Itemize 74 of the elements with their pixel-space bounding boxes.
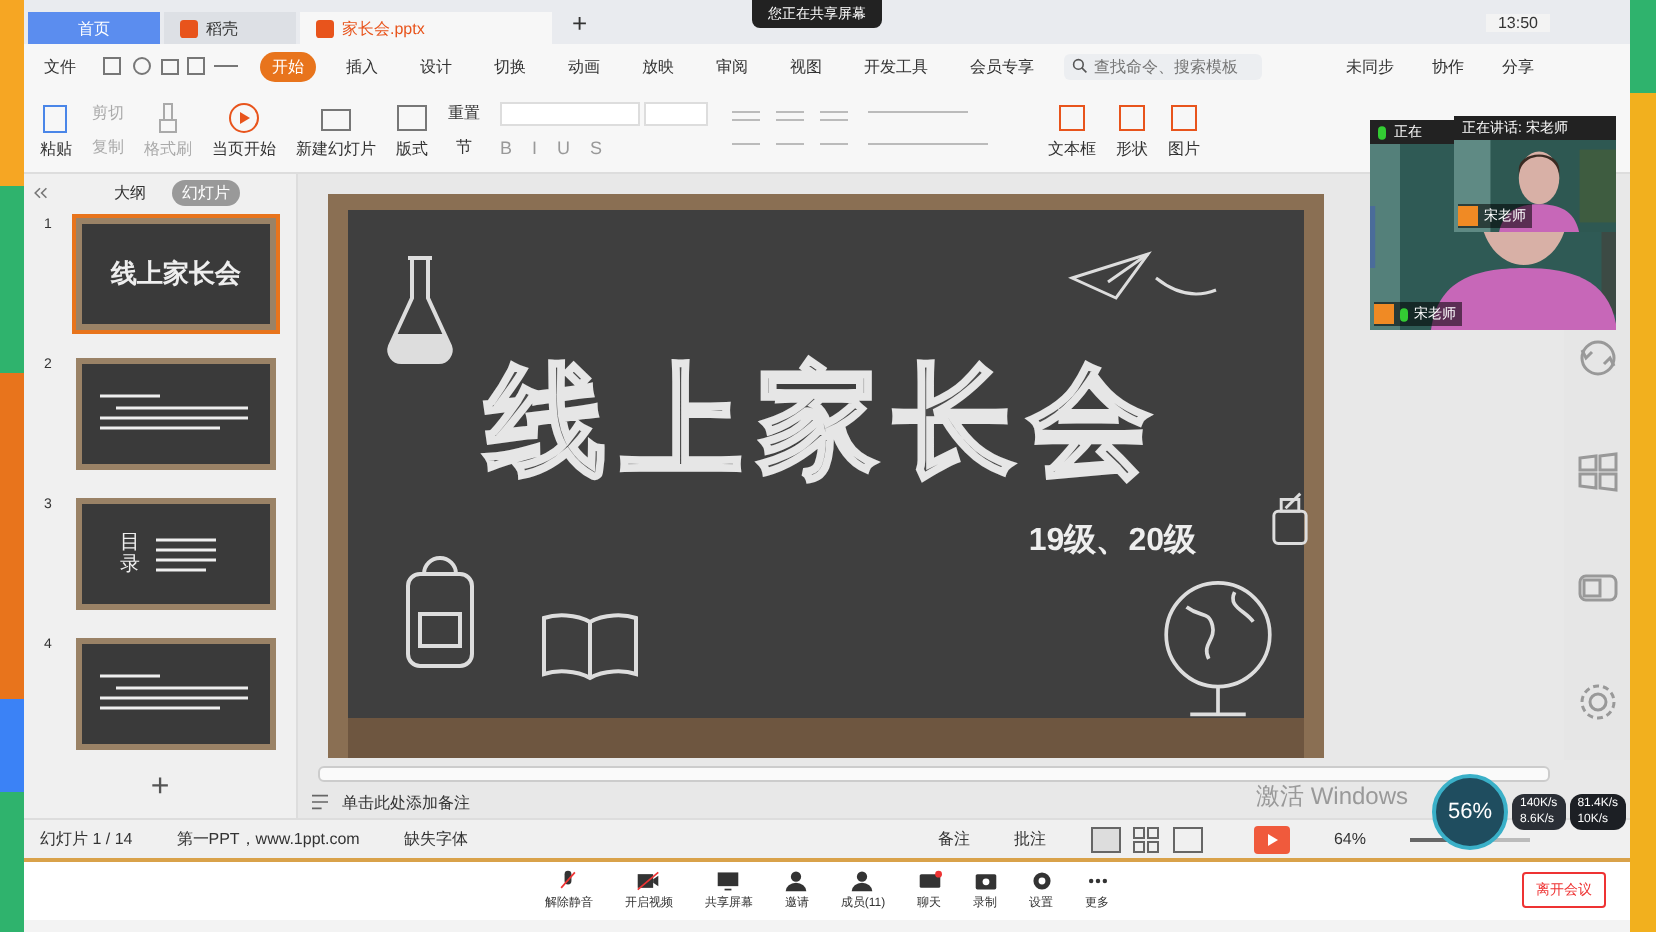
book-icon	[540, 610, 640, 682]
person-icon	[850, 870, 875, 892]
ribbon-tab[interactable]: 开发工具	[852, 51, 940, 81]
file-menu[interactable]: 文件	[36, 55, 84, 77]
notes-placeholder[interactable]: 单击此处添加备注	[342, 791, 470, 813]
play-button[interactable]: 当页开始	[212, 101, 276, 159]
clipboard-icon	[40, 101, 72, 133]
activation-notice: 激活 Windows	[1256, 780, 1409, 814]
thumbnail-title: 目录	[120, 532, 140, 576]
ribbon-tab[interactable]: 设计	[408, 51, 464, 81]
notes-icon	[310, 794, 330, 810]
add-slide-button[interactable]: +	[138, 770, 182, 806]
slide-count: 幻灯片 1 / 14	[40, 828, 133, 850]
toolbar-action[interactable]: 未同步	[1342, 55, 1398, 77]
ribbon-tab[interactable]: 切换	[482, 51, 538, 81]
font-field[interactable]	[500, 102, 640, 126]
ribbon-tab[interactable]: 审阅	[704, 51, 760, 81]
section-button[interactable]: 节	[448, 136, 480, 158]
slide-thumbnail[interactable]: 目录	[76, 498, 276, 610]
theme-name: 第一PPT，www.1ppt.com	[176, 828, 360, 850]
comments-button[interactable]: 批注	[1013, 828, 1046, 850]
chat-icon	[917, 870, 942, 892]
horizontal-scrollbar[interactable]	[318, 766, 1550, 782]
quick-toolbar-icon	[102, 56, 242, 76]
paste-button[interactable]: 粘贴	[40, 101, 72, 159]
search-field[interactable]: 查找命令、搜索模板	[1064, 53, 1262, 79]
backpack-icon	[400, 554, 480, 674]
toolbar-action[interactable]: 协作	[1428, 55, 1468, 77]
search-icon	[1072, 58, 1088, 74]
ribbon-tab[interactable]: 放映	[630, 51, 686, 81]
insert-icon	[1116, 101, 1148, 133]
toolbar-action[interactable]: 分享	[1498, 55, 1538, 77]
document-tab[interactable]: 稻壳	[164, 12, 296, 44]
ribbon-tab[interactable]: 视图	[778, 51, 834, 81]
record-icon	[973, 870, 998, 892]
insert-icon	[1168, 101, 1200, 133]
ribbon-tab[interactable]: 插入	[334, 51, 390, 81]
insert-button[interactable]: 文本框	[1048, 101, 1096, 159]
person-icon	[784, 870, 809, 892]
clock-text: 13:50	[1485, 13, 1550, 31]
insert-button[interactable]: 形状	[1116, 101, 1148, 159]
layout-button[interactable]: 版式	[396, 101, 428, 159]
ink-bottle-icon	[1268, 490, 1312, 550]
slide-title: 线上家长会	[486, 352, 1166, 492]
layout-icon	[396, 101, 428, 133]
microphone-icon	[556, 870, 581, 892]
document-icon	[180, 19, 198, 37]
slide-thumbnail[interactable]	[76, 638, 276, 750]
new-tab-button[interactable]: +	[556, 7, 604, 37]
ribbon-tab[interactable]: 会员专享	[958, 51, 1046, 81]
view-tab[interactable]: 大纲	[104, 179, 156, 205]
document-icon	[316, 19, 334, 37]
slideshow-button[interactable]	[1253, 825, 1290, 853]
reset-button[interactable]: 重置	[448, 102, 480, 124]
document-tab[interactable]: 家长会.pptx	[300, 12, 552, 44]
insert-icon	[1056, 101, 1088, 133]
slide-subtitle: 19级、20级	[1028, 521, 1196, 562]
missing-fonts-button[interactable]: 缺失字体	[403, 828, 468, 850]
microphone-icon	[1378, 125, 1386, 139]
play-icon	[228, 101, 260, 133]
slide-thumbnail[interactable]: 线上家长会	[76, 218, 276, 330]
collapse-icon[interactable]	[32, 185, 48, 199]
windows-icon[interactable]	[1573, 448, 1621, 497]
camera-icon	[636, 870, 661, 892]
slide-thumbnail[interactable]	[76, 358, 276, 470]
notes-button[interactable]: 备注	[937, 828, 970, 850]
zoom-level: 64%	[1333, 830, 1366, 848]
monitor-icon	[716, 870, 741, 892]
thumbnail-title: 线上家长会	[111, 256, 241, 292]
new-slide-button[interactable]: 新建幻灯片	[296, 101, 376, 159]
font-size-field[interactable]	[644, 102, 708, 126]
settings-icon	[1029, 870, 1054, 892]
ribbon-tab[interactable]: 动画	[556, 51, 612, 81]
insert-button[interactable]: 图片	[1168, 101, 1200, 159]
